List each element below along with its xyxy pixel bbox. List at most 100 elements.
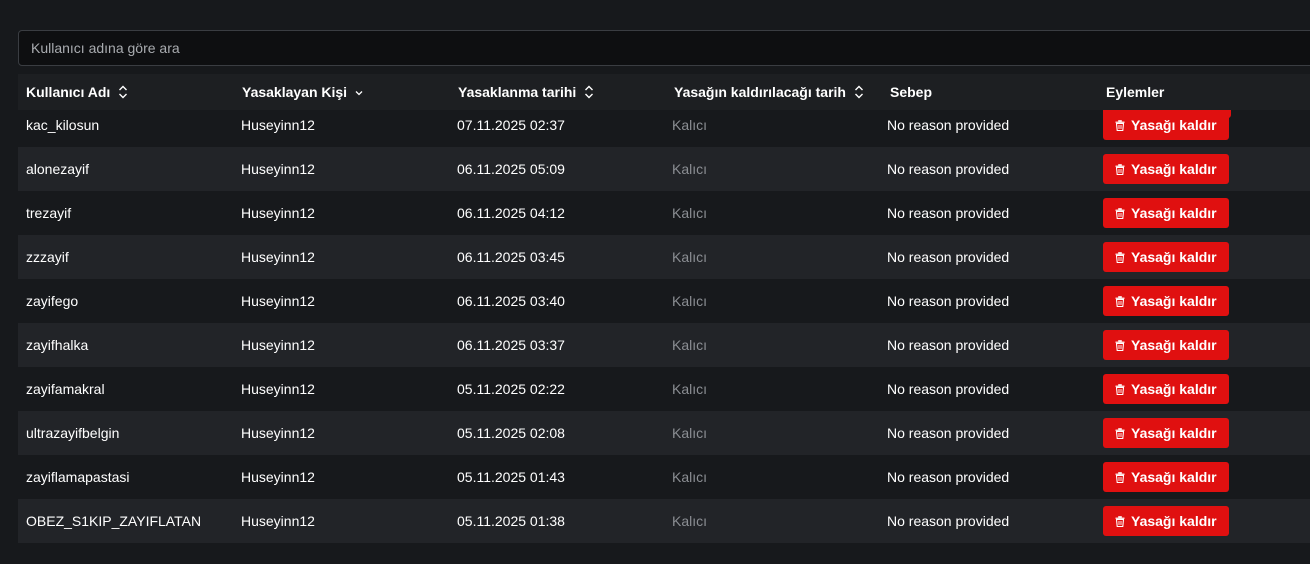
cell-unban-date: Kalıcı [672, 381, 708, 397]
cell-username: zayiflamapastasi [26, 469, 130, 485]
unban-button[interactable]: Yasağı kaldır [1103, 462, 1229, 492]
trash-icon [1115, 207, 1125, 219]
table-rows: kac_kilosun Huseyinn12 07.11.2025 02:37 … [18, 110, 1310, 543]
cell-reason: No reason provided [887, 117, 1010, 133]
cell-actions: Yasağı kaldır [1103, 455, 1229, 499]
trash-icon [1115, 339, 1125, 351]
cell-ban-date: 06.11.2025 03:40 [457, 293, 565, 309]
unban-button[interactable]: Yasağı kaldır [1103, 330, 1229, 360]
cell-unban-date: Kalıcı [672, 161, 708, 177]
cell-actions: Yasağı kaldır [1103, 499, 1229, 543]
header-banned-by-label: Yasaklayan Kişi [242, 84, 348, 100]
unban-button-label: Yasağı kaldır [1131, 117, 1217, 133]
cell-unban-date: Kalıcı [672, 469, 708, 485]
cell-unban-date: Kalıcı [672, 205, 708, 221]
cell-actions: Yasağı kaldır [1103, 411, 1229, 455]
header-actions: Eylemler [1106, 74, 1164, 110]
header-username[interactable]: Kullanıcı Adı [26, 74, 128, 110]
table-row: ultrazayifbelgin Huseyinn12 05.11.2025 0… [18, 411, 1310, 455]
cell-reason: No reason provided [887, 381, 1010, 397]
header-banned-by[interactable]: Yasaklayan Kişi [242, 74, 363, 110]
cell-username: ultrazayifbelgin [26, 425, 120, 441]
cell-ban-date: 05.11.2025 01:43 [457, 469, 565, 485]
cell-banned-by: Huseyinn12 [241, 381, 315, 397]
cell-username: kac_kilosun [26, 117, 100, 133]
cell-ban-date: 06.11.2025 05:09 [457, 161, 565, 177]
table-row: zzzayif Huseyinn12 06.11.2025 03:45 Kalı… [18, 235, 1310, 279]
header-ban-date-label: Yasaklanma tarihi [458, 84, 577, 100]
cell-username: zayifamakral [26, 381, 105, 397]
unban-button[interactable]: Yasağı kaldır [1103, 242, 1229, 272]
cell-actions: Yasağı kaldır [1103, 191, 1229, 235]
cell-banned-by: Huseyinn12 [241, 469, 315, 485]
cell-ban-date: 05.11.2025 01:38 [457, 513, 565, 529]
cell-username: zzzayif [26, 249, 69, 265]
table-body[interactable]: kac_kilosun Huseyinn12 07.11.2025 02:37 … [18, 110, 1310, 550]
table-row: trezayif Huseyinn12 06.11.2025 04:12 Kal… [18, 191, 1310, 235]
cell-reason: No reason provided [887, 425, 1010, 441]
cell-banned-by: Huseyinn12 [241, 513, 315, 529]
cell-reason: No reason provided [887, 205, 1010, 221]
trash-icon [1115, 251, 1125, 263]
cell-reason: No reason provided [887, 337, 1010, 353]
header-reason-label: Sebep [890, 84, 933, 100]
cell-actions: Yasağı kaldır [1103, 323, 1229, 367]
cell-ban-date: 05.11.2025 02:22 [457, 381, 565, 397]
unban-button[interactable]: Yasağı kaldır [1103, 154, 1229, 184]
unban-button-label: Yasağı kaldır [1131, 161, 1217, 177]
unban-button[interactable]: Yasağı kaldır [1103, 286, 1229, 316]
cell-banned-by: Huseyinn12 [241, 205, 315, 221]
table-row: zayifego Huseyinn12 06.11.2025 03:40 Kal… [18, 279, 1310, 323]
cell-actions: Yasağı kaldır [1103, 279, 1229, 323]
cell-actions: Yasağı kaldır [1103, 367, 1229, 411]
cell-username: zayifhalka [26, 337, 89, 353]
search-box[interactable] [18, 30, 1310, 66]
trash-icon [1115, 427, 1125, 439]
header-ban-date[interactable]: Yasaklanma tarihi [458, 74, 594, 110]
trash-icon [1115, 119, 1125, 131]
unban-button[interactable]: Yasağı kaldır [1103, 506, 1229, 536]
cell-unban-date: Kalıcı [672, 249, 708, 265]
cell-unban-date: Kalıcı [672, 337, 708, 353]
trash-icon [1115, 515, 1125, 527]
cell-username: OBEZ_S1KIP_ZAYIFLATAN [26, 513, 202, 529]
cell-ban-date: 07.11.2025 02:37 [457, 117, 565, 133]
cell-actions: Yasağı kaldır [1103, 110, 1229, 147]
cell-banned-by: Huseyinn12 [241, 161, 315, 177]
cell-banned-by: Huseyinn12 [241, 337, 315, 353]
cell-username: trezayif [26, 205, 72, 221]
table-header: Kullanıcı Adı Yasaklayan Kişi Yasaklanma… [18, 74, 1310, 110]
cell-unban-date: Kalıcı [672, 293, 708, 309]
sort-icon [585, 85, 594, 99]
table-row: zayifhalka Huseyinn12 06.11.2025 03:37 K… [18, 323, 1310, 367]
trash-icon [1115, 163, 1125, 175]
cell-unban-date: Kalıcı [672, 513, 708, 529]
cell-actions: Yasağı kaldır [1103, 235, 1229, 279]
cell-reason: No reason provided [887, 469, 1010, 485]
cell-banned-by: Huseyinn12 [241, 425, 315, 441]
unban-button[interactable]: Yasağı kaldır [1103, 418, 1229, 448]
table-row: OBEZ_S1KIP_ZAYIFLATAN Huseyinn12 05.11.2… [18, 499, 1310, 543]
cell-banned-by: Huseyinn12 [241, 293, 315, 309]
header-reason: Sebep [890, 74, 932, 110]
cell-banned-by: Huseyinn12 [241, 117, 315, 133]
cell-ban-date: 06.11.2025 04:12 [457, 205, 565, 221]
search-input[interactable] [31, 40, 1310, 56]
header-unban-date[interactable]: Yasağın kaldırılacağı tarih [674, 74, 864, 110]
cell-ban-date: 06.11.2025 03:37 [457, 337, 565, 353]
banned-users-page: Kullanıcı Adı Yasaklayan Kişi Yasaklanma… [0, 0, 1310, 564]
table-row: zayiflamapastasi Huseyinn12 05.11.2025 0… [18, 455, 1310, 499]
unban-button-label: Yasağı kaldır [1131, 381, 1217, 397]
cell-actions: Yasağı kaldır [1103, 147, 1229, 191]
cell-reason: No reason provided [887, 513, 1010, 529]
unban-button[interactable]: Yasağı kaldır [1103, 374, 1229, 404]
unban-button-label: Yasağı kaldır [1131, 293, 1217, 309]
trash-icon [1115, 471, 1125, 483]
table-row: kac_kilosun Huseyinn12 07.11.2025 02:37 … [18, 110, 1310, 147]
unban-button-label: Yasağı kaldır [1131, 249, 1217, 265]
unban-button[interactable]: Yasağı kaldır [1103, 198, 1229, 228]
header-unban-date-label: Yasağın kaldırılacağı tarih [674, 84, 846, 100]
cell-ban-date: 06.11.2025 03:45 [457, 249, 565, 265]
unban-button[interactable]: Yasağı kaldır [1103, 110, 1229, 140]
sort-icon [119, 85, 128, 99]
